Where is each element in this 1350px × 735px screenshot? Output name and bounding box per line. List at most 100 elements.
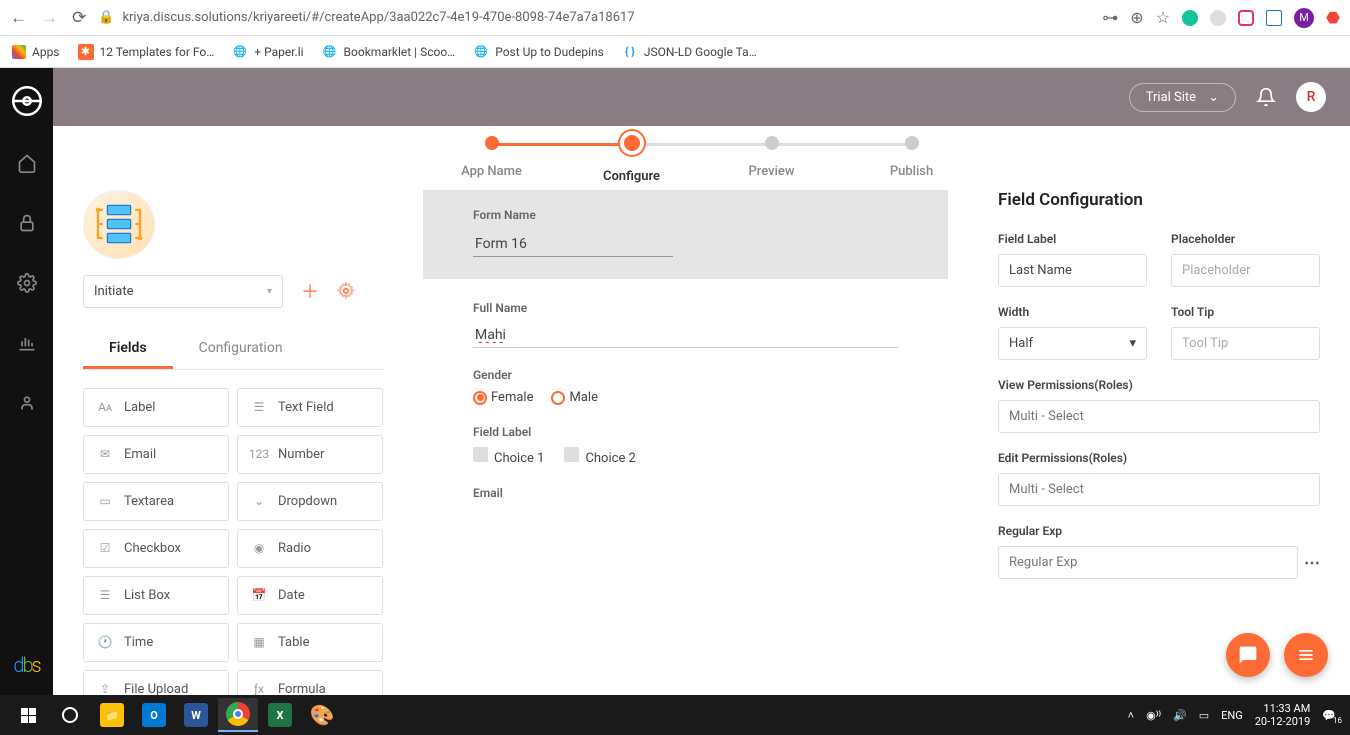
globe-icon: 🌐 — [322, 44, 338, 60]
placeholder-input[interactable] — [1171, 254, 1320, 287]
email-icon: ✉ — [96, 447, 114, 461]
form-name-label: Form Name — [473, 208, 898, 222]
field-date[interactable]: 📅Date — [237, 576, 383, 615]
bookmarks-bar: Apps ✱ 12 Templates for Fo… 🌐 + Paper.li… — [0, 36, 1350, 68]
ext-adblock-icon[interactable]: ⬣ — [1326, 8, 1340, 27]
task-outlook[interactable]: O — [134, 698, 174, 732]
reload-icon[interactable]: ⟳ — [72, 8, 86, 28]
tray-chevron-icon[interactable]: ˄ — [1128, 709, 1134, 722]
field-label[interactable]: AᴀLabel — [83, 388, 229, 427]
bookmark-jsonld[interactable]: { } JSON-LD Google Ta… — [622, 44, 757, 60]
forward-icon[interactable]: → — [41, 8, 58, 28]
fullname-label: Full Name — [473, 301, 898, 315]
tray-battery-icon[interactable]: ▭ — [1199, 709, 1209, 722]
ext-blue-icon[interactable] — [1266, 10, 1282, 26]
tray-lang[interactable]: ENG — [1221, 709, 1243, 722]
label-icon: Aᴀ — [96, 400, 114, 414]
cortana-button[interactable] — [50, 698, 90, 732]
globe-icon: 🌐 — [232, 44, 248, 60]
address-bar[interactable]: 🔒 kriya.discus.solutions/kriyareeti/#/cr… — [98, 10, 1090, 25]
width-select[interactable]: Half ▾ — [998, 327, 1147, 360]
wizard-stepper: App Name Configure Preview Publish — [53, 126, 1350, 190]
field-radio[interactable]: ◉Radio — [237, 529, 383, 568]
task-excel[interactable]: X — [260, 698, 300, 732]
bell-icon[interactable] — [1256, 87, 1276, 107]
brand-dbs-icon: dbs — [13, 653, 39, 677]
home-icon[interactable] — [14, 150, 40, 176]
fab-menu-button[interactable] — [1284, 633, 1328, 677]
zoom-icon[interactable]: ⊕ — [1130, 8, 1143, 27]
ext-grey-icon[interactable] — [1210, 10, 1226, 26]
field-textarea[interactable]: ▭Textarea — [83, 482, 229, 521]
time-icon: 🕐 — [96, 635, 114, 649]
listbox-icon: ☰ — [96, 588, 114, 602]
field-textfield[interactable]: ☰Text Field — [237, 388, 383, 427]
field-time[interactable]: 🕐Time — [83, 623, 229, 662]
regex-input[interactable] — [998, 546, 1298, 579]
start-button[interactable] — [8, 698, 48, 732]
bookmark-scoop[interactable]: 🌐 Bookmarklet | Scoo… — [322, 44, 456, 60]
edit-perm-input[interactable] — [998, 473, 1320, 506]
apps-button[interactable]: Apps — [12, 45, 60, 59]
regex-label: Regular Exp — [998, 524, 1320, 538]
gender-label: Gender — [473, 368, 898, 382]
edit-perm-label: Edit Permissions(Roles) — [998, 451, 1320, 465]
browser-profile-avatar[interactable]: M — [1294, 8, 1314, 28]
side-rail: dbs — [0, 68, 53, 695]
bookmark-paperli[interactable]: 🌐 + Paper.li — [232, 44, 303, 60]
add-stage-button[interactable]: ＋ — [301, 278, 319, 304]
stage-select[interactable]: Initiate ▾ — [83, 275, 283, 308]
tray-volume-icon[interactable]: 🔊 — [1173, 709, 1187, 722]
task-explorer[interactable]: 📁 — [92, 698, 132, 732]
fab-chat-button[interactable] — [1226, 633, 1270, 677]
field-table[interactable]: ▦Table — [237, 623, 383, 662]
ext-grammarly-icon[interactable] — [1182, 10, 1198, 26]
ext-instagram-icon[interactable] — [1238, 10, 1254, 26]
app-icon-preview[interactable] — [83, 190, 155, 259]
view-perm-input[interactable] — [998, 400, 1320, 433]
back-icon[interactable]: ← — [10, 8, 27, 28]
field-listbox[interactable]: ☰List Box — [83, 576, 229, 615]
bookmark-templates[interactable]: ✱ 12 Templates for Fo… — [78, 44, 215, 60]
lock-icon[interactable] — [14, 210, 40, 236]
tray-wifi-icon[interactable]: ◉⁾⁾ — [1146, 709, 1161, 722]
field-fileupload[interactable]: ⇪File Upload — [83, 670, 229, 695]
email-label: Email — [473, 486, 898, 500]
field-number[interactable]: 123Number — [237, 435, 383, 474]
upload-icon: ⇪ — [96, 682, 114, 695]
app-logo-icon[interactable] — [12, 86, 42, 116]
task-word[interactable]: W — [176, 698, 216, 732]
gender-female-radio[interactable]: Female — [473, 390, 533, 405]
analytics-icon[interactable] — [14, 330, 40, 356]
regex-more-button[interactable]: ⋯ — [1304, 553, 1320, 572]
task-paint[interactable]: 🎨 — [302, 698, 342, 732]
tab-fields[interactable]: Fields — [83, 330, 173, 369]
step-app-name[interactable]: App Name — [422, 136, 562, 179]
gender-male-radio[interactable]: Male — [551, 390, 597, 405]
field-formula[interactable]: ƒxFormula — [237, 670, 383, 695]
key-icon[interactable]: ⊶ — [1102, 8, 1118, 27]
tooltip-input[interactable] — [1171, 327, 1320, 360]
star-icon[interactable]: ☆ — [1156, 8, 1170, 27]
gear-icon[interactable] — [14, 270, 40, 296]
field-palette: AᴀLabel ☰Text Field ✉Email 123Number ▭Te… — [83, 388, 383, 695]
tray-notifications[interactable]: 💬16 — [1322, 709, 1336, 722]
field-email[interactable]: ✉Email — [83, 435, 229, 474]
user-avatar[interactable]: R — [1296, 82, 1326, 112]
tab-configuration[interactable]: Configuration — [173, 330, 309, 369]
site-selector[interactable]: Trial Site ⌄ — [1129, 83, 1236, 112]
form-name-input[interactable] — [473, 232, 673, 257]
field-dropdown[interactable]: ⌄Dropdown — [237, 482, 383, 521]
field-checkbox[interactable]: ☑Checkbox — [83, 529, 229, 568]
choice2-checkbox[interactable]: Choice 2 — [564, 447, 635, 466]
jsonld-icon: { } — [622, 44, 638, 60]
fullname-input[interactable] — [473, 323, 898, 348]
tray-datetime[interactable]: 11:33 AM 20-12-2019 — [1255, 702, 1311, 728]
choice1-checkbox[interactable]: Choice 1 — [473, 447, 544, 466]
stage-settings-button[interactable] — [337, 282, 355, 300]
bookmark-dudepins[interactable]: 🌐 Post Up to Dudepins — [473, 44, 604, 60]
form-canvas: Form Name Full Name Gender Female Male — [423, 190, 948, 695]
task-chrome[interactable] — [218, 698, 258, 732]
field-label-input[interactable] — [998, 254, 1147, 287]
users-icon[interactable] — [14, 390, 40, 416]
